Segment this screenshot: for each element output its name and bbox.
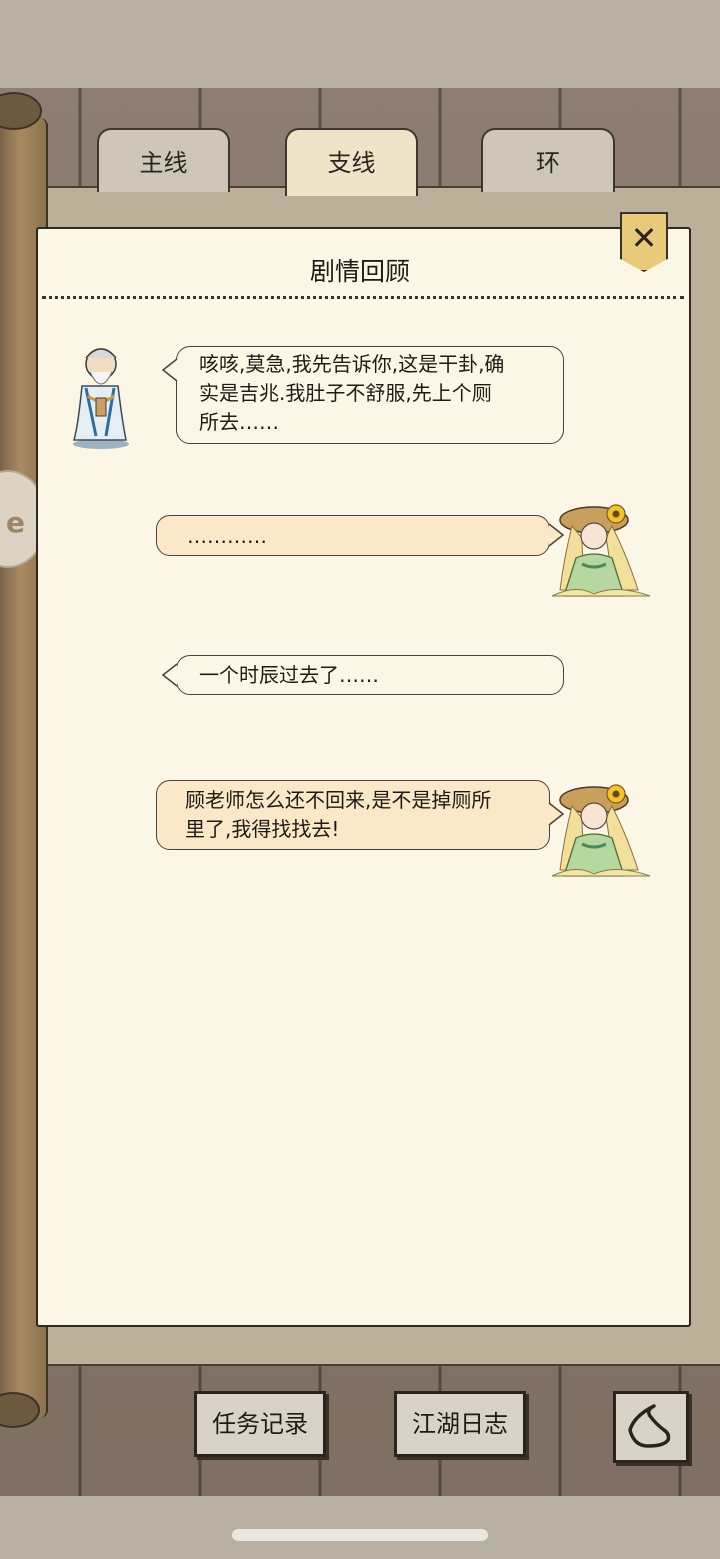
dialogue-bubble: 顾老师怎么还不回来,是不是掉厕所 里了,我得找找去!: [156, 780, 565, 850]
dialogue-line: 一个时辰过去了……: [199, 663, 379, 687]
tab-side-quest[interactable]: 支线: [285, 128, 418, 196]
dialogue-bubble: …………: [156, 515, 565, 556]
jianghu-journal-button[interactable]: 江湖日志: [394, 1391, 526, 1457]
old-scholar-avatar: [73, 348, 129, 449]
dialogue-line: 里了,我得找找去!: [185, 817, 340, 841]
tab-main-quest[interactable]: 主线: [97, 128, 230, 192]
sunflower-girl-avatar: [551, 784, 651, 877]
back-arrow-icon: [628, 1404, 671, 1448]
dialogue-bubble: 咳咳,莫急,我先告诉你,这是干卦,确 实是吉兆.我肚子不舒服,先上个厕 所去……: [161, 346, 564, 444]
dialogue-line: 所去……: [199, 410, 279, 434]
sunflower-girl-avatar: [551, 504, 651, 597]
dialogue-line: 咳咳,莫急,我先告诉你,这是干卦,确: [199, 352, 505, 376]
task-log-button[interactable]: 任务记录: [194, 1391, 326, 1457]
dialogue-line: 顾老师怎么还不回来,是不是掉厕所: [185, 788, 492, 812]
back-button[interactable]: [613, 1391, 689, 1463]
dialogue-line: …………: [187, 524, 267, 548]
top-bar: [0, 0, 720, 88]
narration-bubble: 一个时辰过去了……: [161, 655, 564, 695]
home-indicator[interactable]: [232, 1529, 488, 1541]
close-icon: ✕: [630, 219, 658, 257]
dialogue-line: 实是吉兆.我肚子不舒服,先上个厕: [199, 381, 492, 405]
panel-title: 剧情回顾: [309, 257, 410, 286]
tab-ring-quest[interactable]: 环: [481, 128, 615, 192]
bottom-bar: [0, 1496, 720, 1559]
title-divider: [42, 296, 684, 299]
